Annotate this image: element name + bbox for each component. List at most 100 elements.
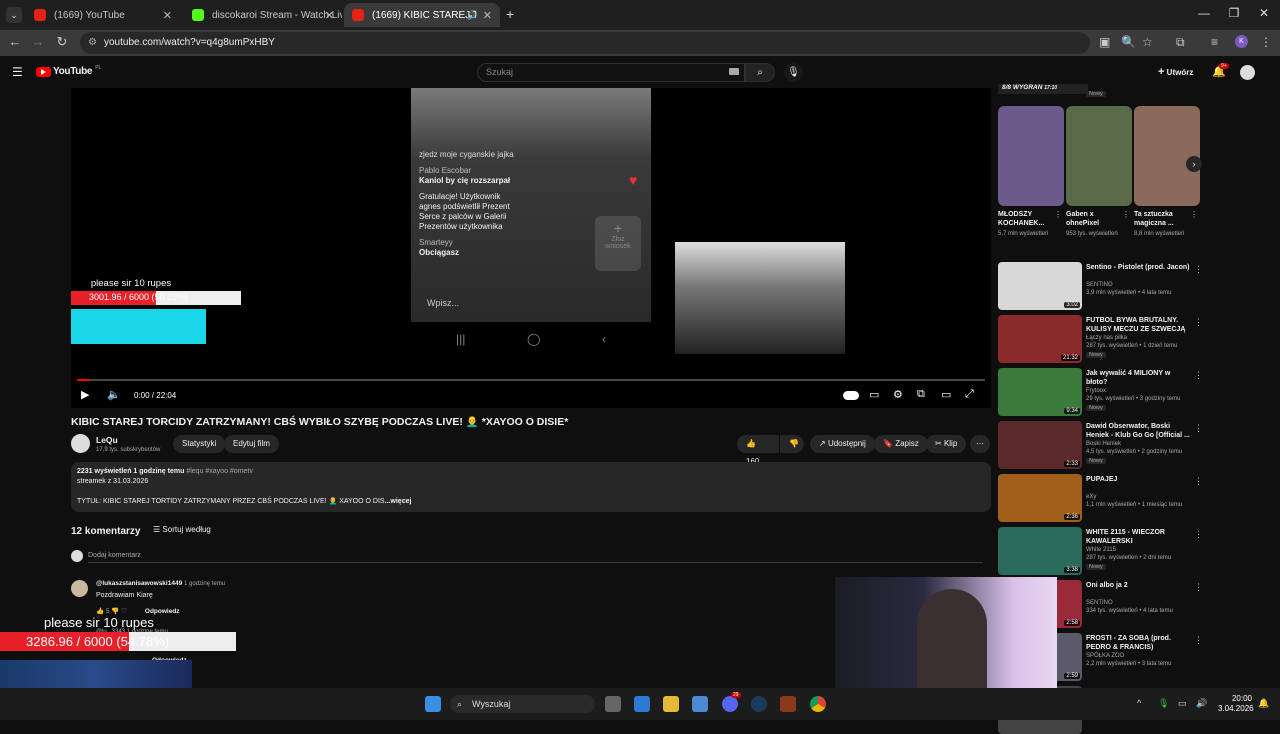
tab-video[interactable]: (1669) KIBIC STAREJ TORCIDY 🔊 ✕ <box>344 3 500 27</box>
file-explorer-icon[interactable] <box>663 696 679 712</box>
statistics-button[interactable]: Statystyki <box>173 435 226 453</box>
comment-author[interactable]: @lukaszstanisawowski1449 1 godzinę temu <box>96 580 225 587</box>
video-card[interactable]: 3:38 WHITE 2115 - WIECZÓR KAWALERSKI White… <box>998 527 1208 575</box>
autoplay-toggle[interactable] <box>843 391 859 400</box>
more-options-icon[interactable]: ⋮ <box>1054 210 1062 219</box>
tab-search-icon[interactable]: ⌄ <box>6 7 22 23</box>
address-input[interactable]: ⚙ youtube.com/watch?v=q4g8umPxHBY <box>80 32 1090 54</box>
keyboard-icon[interactable] <box>729 68 739 75</box>
channel-avatar[interactable] <box>71 434 90 453</box>
theater-mode-icon[interactable]: ▭ <box>941 388 951 401</box>
forward-button[interactable]: → <box>29 34 47 49</box>
reload-button[interactable]: ↻ <box>53 34 71 50</box>
close-window-button[interactable]: ✕ <box>1254 6 1274 20</box>
settings-gear-icon[interactable]: ⚙ <box>893 388 903 401</box>
play-icon[interactable]: ▶ <box>81 388 89 401</box>
notification-center-icon[interactable]: 🔔 <box>1258 698 1269 709</box>
video-meta: 4,5 tys. wyświetleń • 2 godziny temu <box>1086 449 1183 455</box>
youtube-logo[interactable]: YouTube PL <box>36 65 101 77</box>
volume-tray-icon[interactable]: 🔊 <box>1196 698 1207 709</box>
commenter-avatar[interactable] <box>71 580 88 597</box>
miniplayer-icon[interactable]: ⧉ <box>917 388 925 401</box>
clip-button[interactable]: ✂ Klip <box>926 435 967 453</box>
user-avatar[interactable] <box>1240 65 1255 80</box>
hamburger-menu-icon[interactable]: ☰ <box>12 65 23 79</box>
tab-youtube[interactable]: (1669) YouTube ✕ <box>26 3 180 27</box>
cast-icon[interactable]: ▣ <box>1099 35 1110 49</box>
heart-icon[interactable]: ♡ <box>121 608 127 615</box>
more-options-icon[interactable]: ⋮ <box>1194 582 1203 593</box>
chrome-icon[interactable] <box>810 696 826 712</box>
fullscreen-icon[interactable]: ⤢ <box>965 388 974 401</box>
steam-icon[interactable] <box>751 696 767 712</box>
more-options-icon[interactable]: ⋮ <box>1194 635 1203 646</box>
video-card[interactable]: 21:32 FUTBOL BYWA BRUTALNY. KULISY MECZU … <box>998 315 1208 363</box>
extensions-icon[interactable]: ⧉ <box>1176 35 1185 50</box>
save-button[interactable]: 🔖 Zapisz <box>874 435 928 453</box>
site-info-icon[interactable]: ⚙ <box>88 32 97 54</box>
windows-start-icon[interactable] <box>425 696 441 712</box>
video-card[interactable]: 3:02 Sentino - Pistolet (prod. Jacon) SENT… <box>998 262 1208 310</box>
network-icon[interactable]: ▭ <box>1178 698 1187 709</box>
search-input[interactable]: Szukaj <box>477 63 745 82</box>
clock[interactable]: 20:00 3.04.2026 <box>1218 694 1254 714</box>
store-icon[interactable] <box>692 696 708 712</box>
description-box[interactable]: 2231 wyświetleń 1 godzinę temu #lequ #xa… <box>71 462 991 512</box>
close-icon[interactable]: ✕ <box>483 9 492 22</box>
tab-kick[interactable]: discokaroi Stream - Watch Live ✕ <box>184 3 342 27</box>
short-card[interactable]: MŁODSZY KOCHANEK... 5,7 mln wyświetleń ⋮ <box>998 106 1064 237</box>
create-button[interactable]: + Utwórz <box>1158 66 1193 78</box>
more-options-icon[interactable]: ⋮ <box>1194 264 1203 275</box>
subtitles-icon[interactable]: ▭ <box>869 388 879 401</box>
seek-bar[interactable] <box>77 379 985 381</box>
more-options-icon[interactable]: ⋮ <box>1194 423 1203 434</box>
outlook-icon[interactable] <box>634 696 650 712</box>
taskbar-search-input[interactable]: ⌕ Wyszukaj <box>450 695 595 713</box>
shelf-next-button[interactable]: › <box>1186 156 1202 172</box>
reading-list-icon[interactable]: ≡ <box>1211 35 1218 49</box>
short-card[interactable]: Gaben x ohnePixel 953 tys. wyświetleń ⋮ <box>1066 106 1132 237</box>
top-video-title[interactable]: 8/8 WYGRAN 17:10 <box>998 84 1088 94</box>
app-icon[interactable] <box>780 696 796 712</box>
like-button[interactable]: 👍 160 <box>737 435 779 466</box>
video-card[interactable]: 2:36 PUPAJEJ eXy 1,1 mln wyświetleń • 1 mie… <box>998 474 1208 522</box>
video-card[interactable]: 9:34 Jak wywalić 4 MILIONY w błoto? Frytoo… <box>998 368 1208 416</box>
more-options-icon[interactable]: ⋮ <box>1190 210 1198 219</box>
add-comment-input[interactable]: Dodaj komentarz <box>88 552 983 563</box>
close-icon[interactable]: ✕ <box>325 9 334 22</box>
more-actions-button[interactable]: ⋯ <box>970 435 990 453</box>
thumbs-down-icon[interactable]: 👎 <box>111 608 119 615</box>
more-options-icon[interactable]: ⋮ <box>1122 210 1130 219</box>
close-icon[interactable]: ✕ <box>163 9 172 22</box>
bookmark-star-icon[interactable]: ☆ <box>1142 35 1153 49</box>
back-button[interactable]: ← <box>6 34 24 49</box>
channel-name[interactable]: LeQu <box>96 435 118 445</box>
profile-avatar[interactable]: K <box>1235 35 1248 48</box>
dislike-button[interactable]: 👎 <box>780 435 804 453</box>
video-card[interactable]: 2:33 Dawid Obserwator, Boski Heniek - Klu… <box>998 421 1208 469</box>
show-more-link[interactable]: ...więcej <box>385 498 412 505</box>
new-tab-button[interactable]: + <box>506 6 514 22</box>
task-view-icon[interactable] <box>605 696 621 712</box>
sort-button[interactable]: ☰ Sortuj według <box>153 525 211 534</box>
tray-chevron-icon[interactable]: ^ <box>1137 698 1141 708</box>
thumbs-up-icon[interactable]: 👍 <box>96 608 104 615</box>
minimize-button[interactable]: — <box>1194 6 1214 20</box>
speaker-icon[interactable]: 🔊 <box>467 10 478 21</box>
microphone-icon[interactable]: 🎙 <box>784 63 803 82</box>
more-options-icon[interactable]: ⋮ <box>1194 476 1203 487</box>
zoom-icon[interactable]: 🔍 <box>1121 35 1136 49</box>
video-player[interactable]: zjedz moje cyganskie jajka Pablo Escobar… <box>71 88 991 408</box>
discord-icon[interactable] <box>722 696 738 712</box>
edit-video-button[interactable]: Edytuj film <box>224 435 279 453</box>
short-title: Ta sztuczka magiczna ... <box>1134 211 1174 227</box>
maximize-button[interactable]: ❐ <box>1224 6 1244 20</box>
volume-icon[interactable]: 🔈 <box>107 388 121 401</box>
more-options-icon[interactable]: ⋮ <box>1194 370 1203 381</box>
menu-kebab-icon[interactable]: ⋮ <box>1260 35 1272 49</box>
more-options-icon[interactable]: ⋮ <box>1194 529 1203 540</box>
share-button[interactable]: ↗ Udostępnij <box>810 435 875 453</box>
search-button[interactable]: ⌕ <box>745 63 775 82</box>
mic-tray-icon[interactable]: 🎙 <box>1158 698 1169 709</box>
more-options-icon[interactable]: ⋮ <box>1194 317 1203 328</box>
